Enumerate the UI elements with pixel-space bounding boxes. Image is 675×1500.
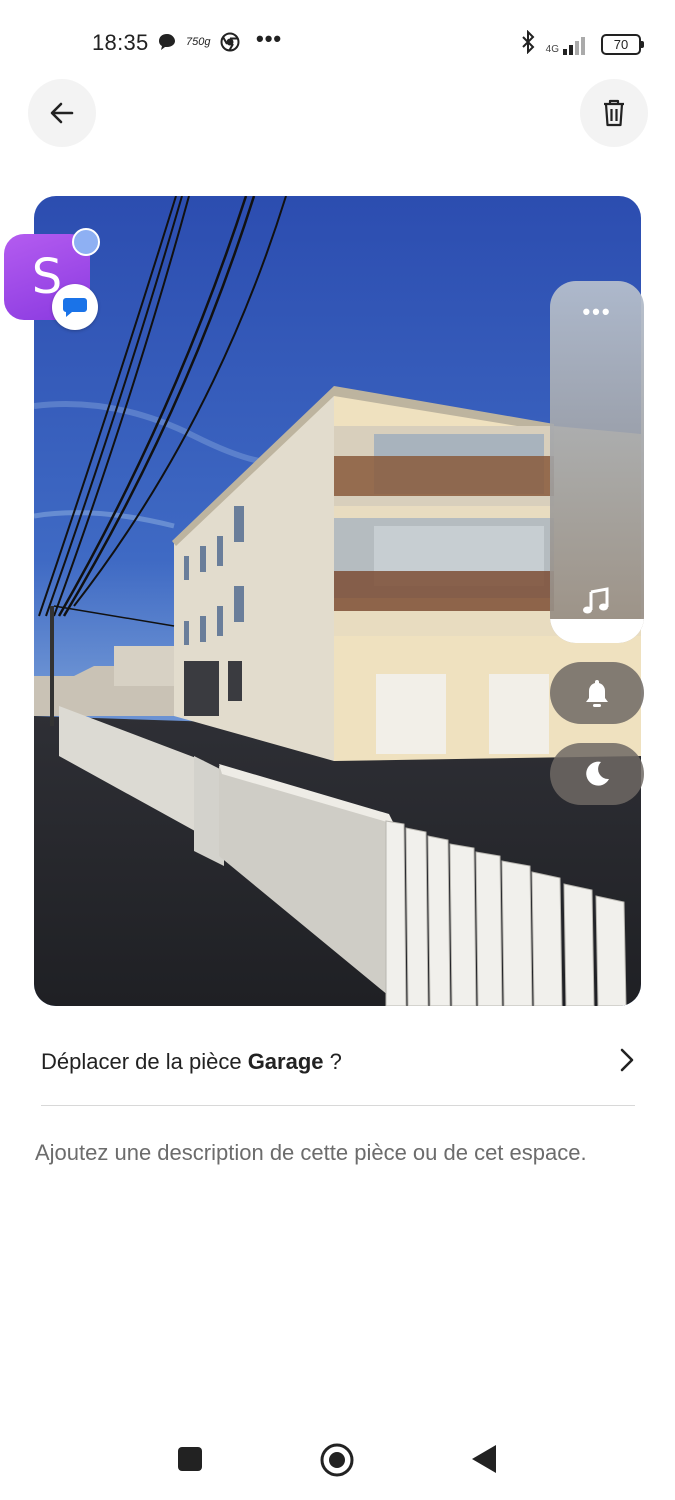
signal-icon: 4G — [546, 35, 591, 55]
trash-icon — [604, 99, 624, 127]
chat-badge-icon — [52, 284, 98, 330]
message-icon — [157, 32, 177, 57]
status-overflow: ••• — [256, 26, 283, 51]
bell-icon — [586, 680, 608, 707]
back-button[interactable] — [28, 79, 96, 147]
network-type: 4G — [545, 43, 559, 55]
room-name: Garage — [247, 1049, 324, 1074]
chevron-right-icon — [619, 1047, 635, 1078]
panel-bottom-edge — [550, 619, 644, 643]
bluetooth-icon — [520, 29, 536, 59]
chrome-icon — [220, 32, 240, 57]
room-suffix: ? — [323, 1049, 342, 1074]
status-right-icons: 4G 70 — [520, 29, 644, 59]
battery-level: 70 — [613, 37, 629, 52]
move-room-label: Déplacer de la pièce Garage ? — [41, 1049, 342, 1075]
status-time: 18:35 — [92, 30, 149, 55]
system-nav-bar — [0, 1420, 675, 1500]
description-input[interactable]: Ajoutez une description de cette pièce o… — [35, 1140, 645, 1166]
divider — [41, 1105, 635, 1106]
moon-button[interactable] — [550, 743, 644, 805]
panel-more-icon[interactable]: ••• — [550, 299, 644, 325]
move-room-row[interactable]: Déplacer de la pièce Garage ? — [41, 1030, 635, 1094]
side-quick-panel[interactable]: ••• — [550, 281, 644, 643]
status-bar: 18:35 750g ••• 4G 70 — [0, 0, 675, 88]
notification-dot — [72, 228, 100, 256]
moon-icon — [586, 761, 609, 786]
recents-square-icon[interactable] — [177, 1446, 203, 1477]
arrow-left-icon — [50, 102, 74, 124]
bell-button[interactable] — [550, 662, 644, 724]
delete-button[interactable] — [580, 79, 648, 147]
battery-icon: 70 — [601, 34, 644, 55]
room-prefix: Déplacer de la pièce — [41, 1049, 248, 1074]
back-triangle-icon[interactable] — [470, 1444, 498, 1479]
data-usage-label: 750g — [186, 36, 211, 48]
home-circle-icon[interactable] — [319, 1442, 355, 1483]
music-icon[interactable] — [581, 586, 611, 621]
